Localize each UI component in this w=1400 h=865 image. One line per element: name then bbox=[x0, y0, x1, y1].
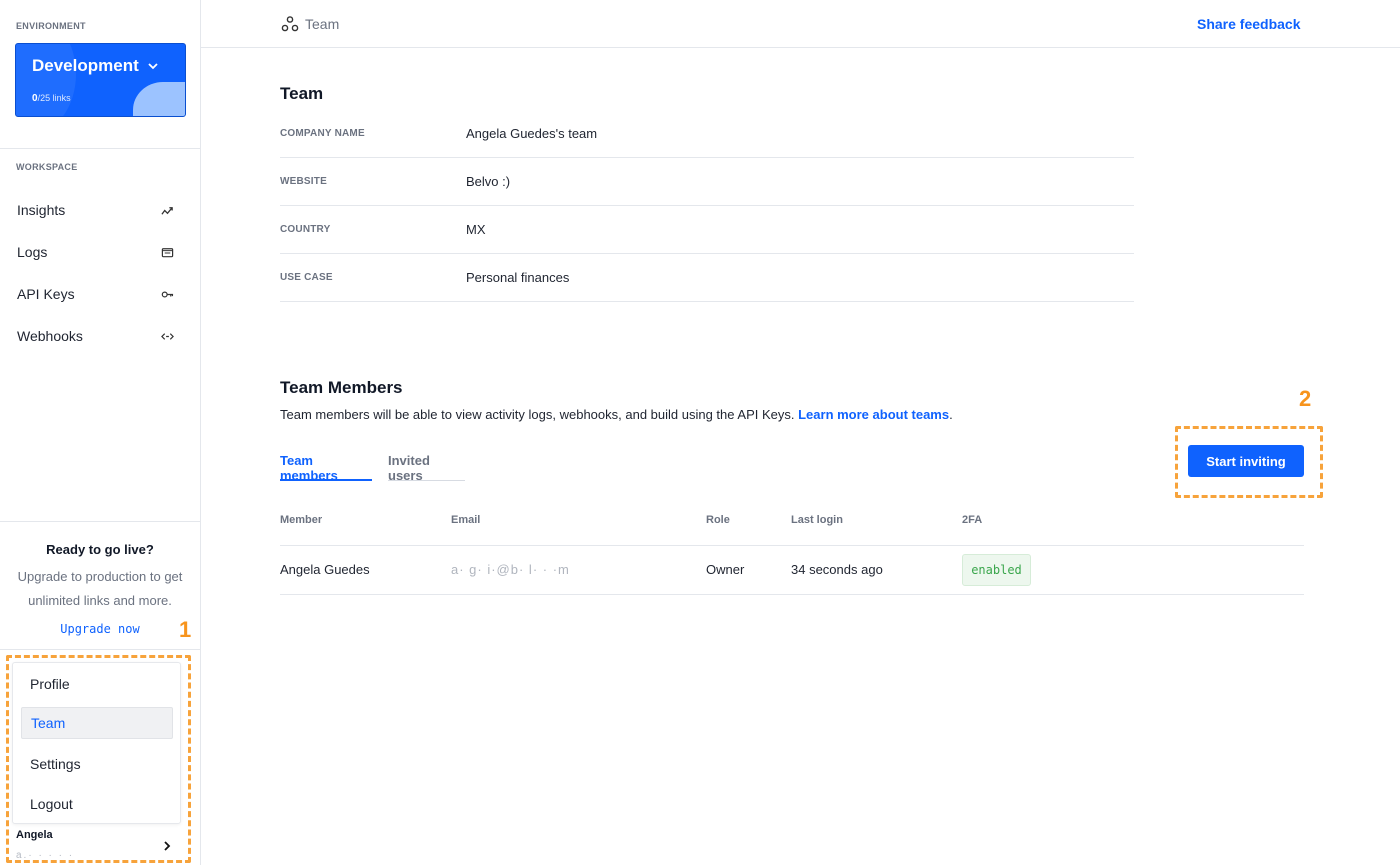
top-bar: Team Share feedback bbox=[201, 0, 1400, 48]
column-header-role: Role bbox=[706, 514, 730, 526]
breadcrumb-label: Team bbox=[305, 16, 340, 32]
sidebar-item-api-keys[interactable]: API Keys bbox=[0, 274, 200, 314]
annotation-box-1 bbox=[6, 655, 191, 863]
start-inviting-button[interactable]: Start inviting bbox=[1188, 445, 1304, 477]
environment-label: ENVIRONMENT bbox=[16, 21, 86, 31]
go-live-text: Upgrade to production to get unlimited l… bbox=[17, 569, 183, 608]
field-value: MX bbox=[466, 222, 486, 237]
field-value: Angela Guedes's team bbox=[466, 126, 598, 141]
sidebar-item-label: Insights bbox=[17, 202, 66, 218]
go-live-title: Ready to go live? bbox=[46, 542, 154, 557]
learn-more-teams-link[interactable]: Learn more about teams bbox=[798, 407, 949, 422]
status-badge: enabled bbox=[962, 554, 1031, 586]
table-divider bbox=[280, 594, 1304, 595]
team-field-row: WEBSITE Belvo :) bbox=[280, 158, 1134, 206]
column-header-email: Email bbox=[451, 514, 481, 526]
tab-invited-users[interactable]: Invited users bbox=[388, 453, 465, 483]
field-label: COMPANY NAME bbox=[280, 128, 365, 139]
upgrade-now-link[interactable]: Upgrade now bbox=[60, 622, 139, 636]
env-card-decoration bbox=[16, 44, 76, 116]
env-card-wave bbox=[133, 82, 185, 116]
share-feedback-link[interactable]: Share feedback bbox=[1197, 16, 1301, 32]
team-field-row: COUNTRY MX bbox=[280, 206, 1134, 254]
environment-name: Development bbox=[32, 56, 139, 75]
annotation-number-1: 1 bbox=[179, 617, 192, 642]
environment-switcher[interactable]: Development 0/25 links bbox=[15, 43, 186, 117]
sidebar-divider bbox=[0, 148, 200, 149]
sidebar-item-label: API Keys bbox=[17, 286, 75, 302]
field-label: USE CASE bbox=[280, 272, 333, 283]
key-icon bbox=[161, 290, 174, 298]
column-header-last-login: Last login bbox=[791, 514, 843, 526]
environment-links-count: 0/25 links bbox=[32, 93, 71, 104]
cell-last-login: 34 seconds ago bbox=[791, 562, 883, 577]
column-header-2fa: 2FA bbox=[962, 514, 983, 526]
column-header-member: Member bbox=[280, 514, 323, 526]
breadcrumb: Team bbox=[281, 15, 339, 33]
workspace-label: WORKSPACE bbox=[16, 162, 78, 172]
team-section-title: Team bbox=[280, 84, 324, 103]
cell-role: Owner bbox=[706, 562, 745, 577]
cell-email: a· g· i·@b· l· · ·m bbox=[451, 562, 570, 577]
team-icon bbox=[281, 16, 299, 32]
sidebar-item-label: Webhooks bbox=[17, 328, 83, 344]
annotation-number-2: 2 bbox=[1299, 386, 1312, 411]
folder-icon bbox=[161, 247, 174, 257]
team-field-row: COMPANY NAME Angela Guedes's team bbox=[280, 110, 1134, 158]
insights-chart-icon bbox=[161, 206, 173, 215]
sidebar-item-logs[interactable]: Logs bbox=[0, 232, 200, 272]
cell-member: Angela Guedes bbox=[280, 562, 370, 577]
go-live-panel: Ready to go live? Upgrade to production … bbox=[0, 521, 200, 650]
members-description: Team members will be able to view activi… bbox=[280, 407, 953, 422]
field-label: WEBSITE bbox=[280, 176, 327, 187]
table-divider bbox=[280, 545, 1304, 546]
sidebar-item-insights[interactable]: Insights bbox=[0, 190, 200, 230]
chevron-down-icon bbox=[148, 63, 158, 70]
team-field-row: USE CASE Personal finances bbox=[280, 254, 1134, 302]
code-arrows-icon bbox=[161, 332, 174, 340]
tab-team-members[interactable]: Team members bbox=[280, 453, 372, 483]
sidebar-item-webhooks[interactable]: Webhooks bbox=[0, 316, 200, 356]
field-label: COUNTRY bbox=[280, 224, 331, 235]
members-section-title: Team Members bbox=[280, 378, 403, 397]
field-value: Belvo :) bbox=[466, 174, 511, 189]
sidebar-item-label: Logs bbox=[17, 244, 48, 260]
field-value: Personal finances bbox=[466, 270, 570, 285]
